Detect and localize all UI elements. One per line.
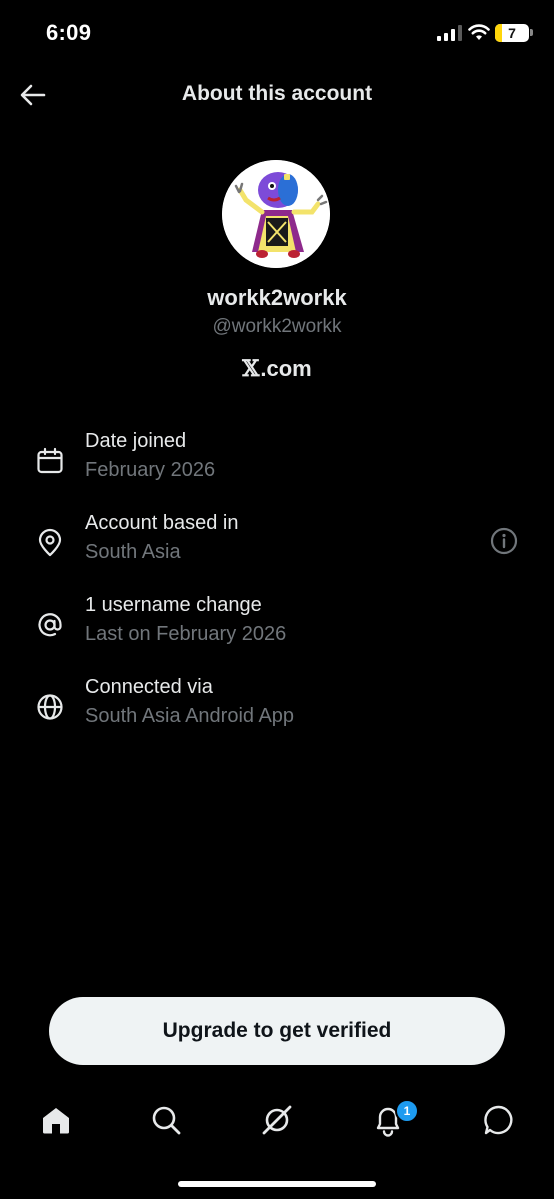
battery-level: 7 [508,25,516,41]
home-indicator [178,1181,376,1187]
at-sign-icon [38,613,62,637]
display-name: workk2workk [207,285,347,310]
info-row-label: Connected via [85,676,213,698]
x-logo-glyph: 𝕏 [242,356,260,382]
info-row-date-joined: Date joined February 2026 [0,430,554,500]
info-row-label: 1 username change [85,594,262,616]
info-row-connected-via: Connected via South Asia Android App [0,676,554,746]
upgrade-verified-button[interactable]: Upgrade to get verified [49,997,505,1065]
cellular-signal-icon [437,25,462,41]
location-pin-icon [38,528,62,557]
globe-icon [37,694,63,720]
info-row-account-based-in: Account based in South Asia [0,512,554,582]
notification-badge: 1 [395,1099,419,1123]
wifi-icon [468,24,490,40]
info-row-label: Date joined [85,430,187,452]
home-icon[interactable] [39,1103,73,1137]
status-time: 6:09 [46,20,92,45]
info-row-value: South Asia [85,541,181,563]
messages-icon[interactable] [482,1103,516,1137]
battery-cap [530,29,533,36]
avatar [222,160,330,268]
username-handle: @workk2workk [212,316,342,337]
info-row-username-change: 1 username change Last on February 2026 [0,594,554,664]
platform-label: 𝕏.com [0,356,554,382]
info-row-value: South Asia Android App [85,705,295,727]
search-icon[interactable] [149,1103,183,1137]
battery-icon: 7 [495,24,529,42]
platform-domain: .com [260,356,312,381]
avatar-illustration [222,160,330,268]
page-title: About this account [181,82,373,105]
info-row-value: February 2026 [85,459,216,481]
info-row-value: Last on February 2026 [85,623,287,645]
calendar-icon [37,447,63,474]
grok-icon[interactable] [260,1103,294,1137]
info-circle-icon[interactable] [490,527,518,555]
info-row-label: Account based in [85,512,239,534]
